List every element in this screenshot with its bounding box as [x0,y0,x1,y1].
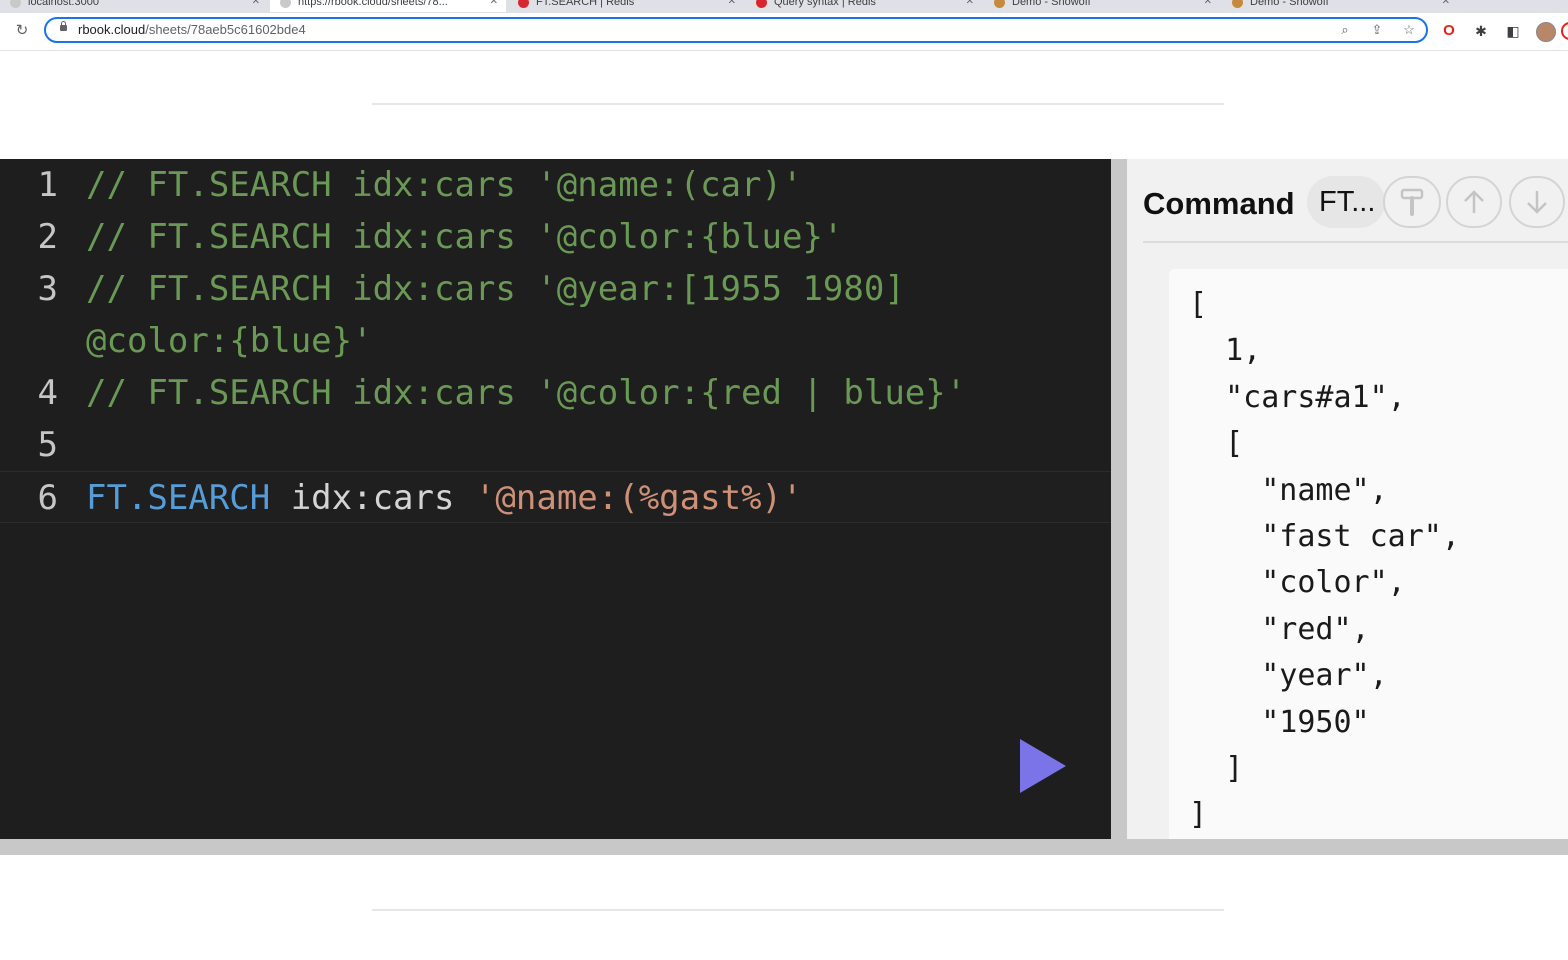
code-editor[interactable]: 1 // FT.SEARCH idx:cars '@name:(car)' 2 // … [0,159,1111,839]
code-line[interactable]: 4 // FT.SEARCH idx:cars '@color:{red | bl… [0,367,1111,419]
line-number: 2 [37,217,58,257]
redis-icon [518,0,529,8]
output-line: [ [1189,426,1244,462]
code-token: // FT.SEARCH idx:cars '@year:[1955 1980] [86,269,905,309]
code-line[interactable]: @color:{blue}' [0,315,1111,367]
bookmark-star-icon[interactable]: ☆ [1400,21,1418,39]
code-text[interactable]: // FT.SEARCH idx:cars '@name:(car)' [86,159,802,211]
output-line: 1, [1189,333,1262,369]
bottom-divider [372,909,1224,911]
format-paint-icon [1400,188,1424,216]
reload-icon[interactable]: ↻ [12,21,32,41]
demo-icon [1232,0,1243,8]
close-tab-icon[interactable]: ✕ [1442,0,1450,12]
output-line: "year", [1189,658,1388,694]
line-number: 6 [37,478,58,518]
browser-tab[interactable]: FT.SEARCH | Redis ✕ [508,0,744,12]
extensions-icon[interactable]: ✱ [1471,21,1491,41]
output-line: "name", [1189,472,1388,508]
output-line: "fast car", [1189,519,1460,554]
code-text[interactable]: // FT.SEARCH idx:cars '@color:{blue}' [86,211,843,263]
tab-label: localhost:3000 [28,0,99,8]
tab-label: https://rbook.cloud/sheets/78... [298,0,448,8]
code-line[interactable]: 3 // FT.SEARCH idx:cars '@year:[1955 1980… [0,263,1111,315]
result-output: [ 1, "cars#a1", [ "name", "fast car", "c… [1169,269,1568,839]
sidebar-icon[interactable]: ◧ [1503,21,1523,41]
close-tab-icon[interactable]: ✕ [252,0,260,12]
output-line: ] [1189,797,1208,833]
output-line: "red", [1189,611,1370,647]
output-line: [ [1189,287,1208,322]
code-line[interactable]: 5 [0,419,1111,471]
run-button[interactable] [1020,739,1066,793]
tab-strip: localhost:3000 ✕ https://rbook.cloud/she… [0,0,1568,13]
page-icon [280,0,291,8]
arrow-up-icon [1464,190,1484,213]
output-line: "1950" [1189,704,1370,740]
output-panel: Command FT... [ 1, "cars#a1", [ "name", … [1127,159,1568,839]
zoom-icon[interactable]: ⌕ [1336,21,1354,39]
format-button[interactable] [1383,176,1441,228]
address-bar[interactable]: rbook.cloud/sheets/78aeb5c61602bde4 ⌕ ⇪ … [44,17,1428,43]
arrow-down-icon [1527,191,1547,214]
tab-label: Query syntax | Redis [774,0,876,8]
url-text[interactable]: rbook.cloud/sheets/78aeb5c61602bde4 [78,22,306,38]
code-line-current[interactable]: 6 FT.SEARCH idx:cars '@name:(%gast%)' [0,471,1111,523]
close-tab-icon[interactable]: ✕ [728,0,736,12]
move-down-button[interactable] [1509,176,1565,228]
line-number: 3 [37,269,58,309]
code-line[interactable]: 1 // FT.SEARCH idx:cars '@name:(car)' [0,159,1111,211]
code-line[interactable]: 2 // FT.SEARCH idx:cars '@color:{blue}' [0,211,1111,263]
opera-icon[interactable]: O [1439,21,1459,41]
code-text[interactable]: @color:{blue}' [86,315,373,367]
output-line: "color", [1189,565,1406,601]
code-token: @color:{blue}' [86,321,373,361]
globe-icon [10,0,21,8]
browser-tab[interactable]: Demo - Showoff ✕ [984,0,1220,12]
tab-label: FT.SEARCH | Redis [536,0,635,8]
close-tab-icon[interactable]: ✕ [966,0,974,12]
tab-label: Demo - Showoff [1250,0,1329,8]
browser-toolbar: ↻ rbook.cloud/sheets/78aeb5c61602bde4 ⌕ … [0,13,1568,51]
code-text[interactable]: // FT.SEARCH idx:cars '@year:[1955 1980] [86,263,905,315]
code-token: // FT.SEARCH idx:cars '@color:{red | blu… [86,373,967,413]
code-token: '@name:(%gast%)' [474,478,803,518]
url-host: rbook.cloud [78,22,146,37]
close-tab-icon[interactable]: ✕ [490,0,498,12]
line-number: 5 [37,425,58,465]
code-text[interactable]: // FT.SEARCH idx:cars '@color:{red | blu… [86,367,966,419]
share-icon[interactable]: ⇪ [1368,21,1386,39]
code-text[interactable]: FT.SEARCH idx:cars '@name:(%gast%)' [86,472,802,524]
opera-edge-icon[interactable] [1561,22,1568,40]
play-icon[interactable] [1020,739,1066,793]
browser-tab[interactable]: Demo - Showoff ✕ [1222,0,1458,12]
code-token: // FT.SEARCH idx:cars '@color:{blue}' [86,217,844,257]
output-line: "cars#a1", [1189,379,1406,415]
demo-icon [994,0,1005,8]
panel-divider [1143,241,1568,243]
line-number: 1 [37,165,58,205]
command-button[interactable]: FT... [1307,176,1385,228]
top-divider [372,103,1224,105]
close-tab-icon[interactable]: ✕ [1204,0,1212,12]
url-path: /sheets/78aeb5c61602bde4 [145,22,306,37]
browser-tab[interactable]: localhost:3000 ✕ [0,0,268,12]
browser-tab[interactable]: Query syntax | Redis ✕ [746,0,982,12]
lock-icon[interactable] [60,21,67,31]
move-up-button[interactable] [1446,176,1502,228]
output-line: ] [1189,751,1244,786]
code-token: // FT.SEARCH idx:cars '@name:(car)' [86,165,803,205]
tab-label: Demo - Showoff [1012,0,1091,8]
profile-icon[interactable] [1536,22,1556,42]
redis-icon [756,0,767,8]
notebook-cell: 1 // FT.SEARCH idx:cars '@name:(car)' 2 // … [0,159,1568,855]
browser-tab-active[interactable]: https://rbook.cloud/sheets/78... ✕ [270,0,506,12]
panel-title: Command [1143,186,1295,221]
code-token: idx:cars [270,478,475,518]
code-token: FT.SEARCH [86,478,271,518]
line-number: 4 [37,373,58,413]
